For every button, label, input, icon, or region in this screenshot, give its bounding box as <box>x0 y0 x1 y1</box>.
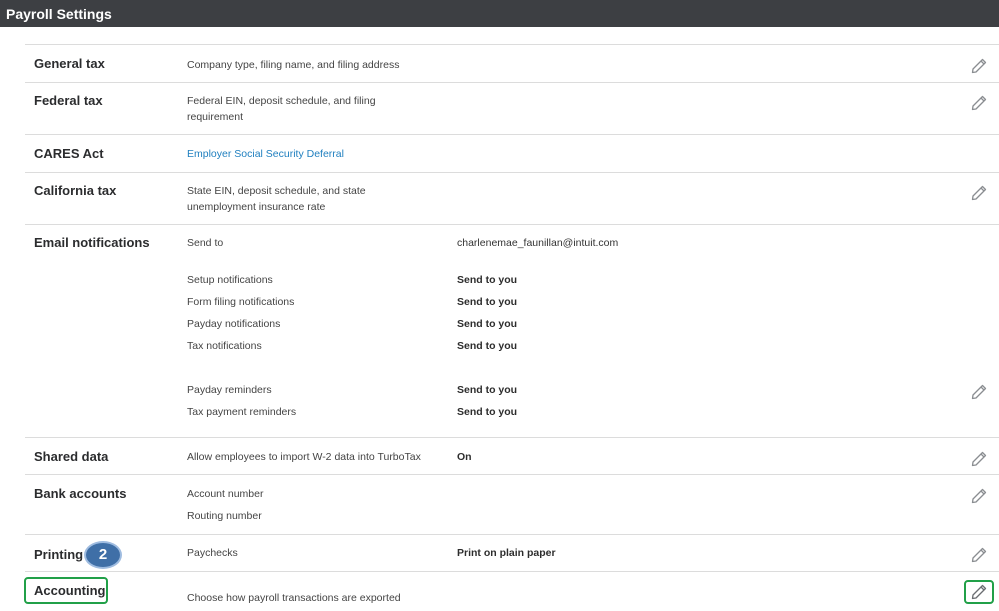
pencil-icon <box>971 547 987 563</box>
pencil-icon <box>971 584 987 600</box>
email-row-value: Send to you <box>457 274 518 286</box>
bank-account-number-label: Account number <box>187 488 264 500</box>
section-title-bank-accounts: Bank accounts <box>34 486 127 501</box>
divider <box>25 134 999 135</box>
email-row-label: Setup notifications <box>187 274 273 286</box>
section-title-email-notifications: Email notifications <box>34 235 150 250</box>
email-row-value: Send to you <box>457 318 518 330</box>
printing-description: Paychecks <box>187 547 238 559</box>
step-badge: 2 <box>84 541 122 569</box>
shared-data-value: On <box>457 451 472 463</box>
section-title-printing: Printing <box>34 547 84 562</box>
bank-routing-number-label: Routing number <box>187 510 262 522</box>
email-send-to-label: Send to <box>187 237 224 249</box>
email-notifications-edit-button[interactable] <box>970 383 988 401</box>
employer-social-security-deferral-link[interactable]: Employer Social Security Deferral <box>187 146 344 162</box>
section-title-shared-data: Shared data <box>34 449 109 464</box>
divider <box>25 224 999 225</box>
federal-tax-description-line-1: Federal EIN, deposit schedule, and filin… <box>187 95 376 107</box>
email-row-value: Send to you <box>457 406 518 418</box>
printing-value: Print on plain paper <box>457 547 556 559</box>
section-title-accounting: Accounting <box>34 583 106 598</box>
divider <box>25 82 999 83</box>
pencil-icon <box>971 185 987 201</box>
section-title-general-tax: General tax <box>34 56 105 71</box>
divider <box>25 172 999 173</box>
section-title-california-tax: California tax <box>34 183 117 198</box>
email-row-value: Send to you <box>457 340 518 352</box>
pencil-icon <box>971 451 987 467</box>
general-tax-edit-button[interactable] <box>970 57 988 75</box>
divider <box>25 474 999 475</box>
email-row-label: Payday reminders <box>187 384 272 396</box>
pencil-icon <box>971 95 987 111</box>
page-title: Payroll Settings <box>6 6 112 22</box>
email-row-value: Send to you <box>457 384 518 396</box>
california-tax-edit-button[interactable] <box>970 184 988 202</box>
email-row-label: Payday notifications <box>187 318 281 330</box>
section-title-federal-tax: Federal tax <box>34 93 103 108</box>
bank-accounts-edit-button[interactable] <box>970 487 988 505</box>
accounting-description: Choose how payroll transactions are expo… <box>187 592 401 604</box>
top-bar: Payroll Settings <box>0 0 999 27</box>
email-row-label: Tax notifications <box>187 340 262 352</box>
email-row-label: Form filing notifications <box>187 296 295 308</box>
accounting-edit-button[interactable] <box>970 583 988 601</box>
federal-tax-description-line-2: requirement <box>187 111 244 123</box>
general-tax-description: Company type, filing name, and filing ad… <box>187 59 400 71</box>
shared-data-description: Allow employees to import W-2 data into … <box>187 451 421 463</box>
pencil-icon <box>971 384 987 400</box>
email-row-value: Send to you <box>457 296 518 308</box>
printing-edit-button[interactable] <box>970 546 988 564</box>
california-tax-description-line-2: unemployment insurance rate <box>187 201 326 213</box>
shared-data-edit-button[interactable] <box>970 450 988 468</box>
pencil-icon <box>971 58 987 74</box>
divider <box>25 437 999 438</box>
email-send-to-value: charlenemae_faunillan@intuit.com <box>457 237 619 249</box>
pencil-icon <box>971 488 987 504</box>
divider <box>25 571 999 572</box>
california-tax-description-line-1: State EIN, deposit schedule, and state <box>187 185 366 197</box>
divider <box>25 44 999 45</box>
section-title-cares-act: CARES Act <box>34 146 104 161</box>
divider <box>25 534 999 535</box>
federal-tax-edit-button[interactable] <box>970 94 988 112</box>
email-row-label: Tax payment reminders <box>187 406 297 418</box>
